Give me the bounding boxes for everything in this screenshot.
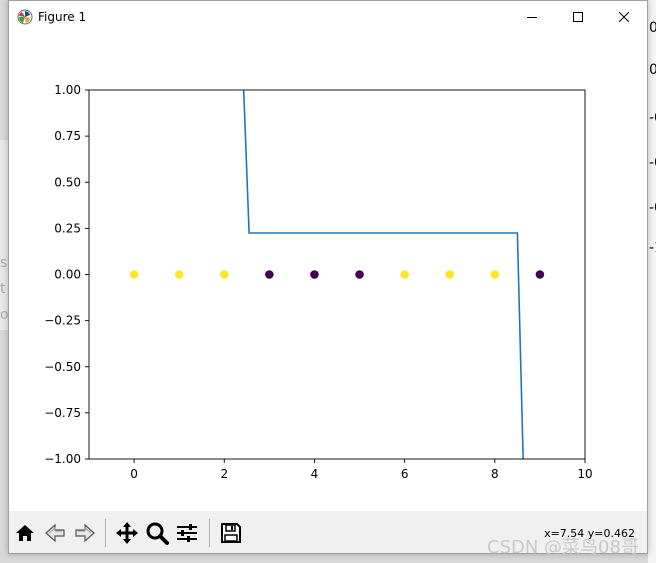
pan-button[interactable] [113, 519, 141, 547]
y-tick-label: −0.75 [44, 406, 81, 420]
x-tick-label: 10 [577, 467, 592, 481]
x-tick-label: 6 [401, 467, 409, 481]
forward-icon [75, 523, 95, 543]
figure-canvas[interactable]: 0 2 4 6 8 10 −1.00 −0.75 −0.50 −0.25 0.00 0.25 0.50 0… [9, 33, 647, 511]
scatter-point-9 [535, 270, 545, 279]
title-bar[interactable]: Figure 1 [9, 1, 647, 33]
y-tick-label: 1.00 [54, 83, 81, 97]
matplotlib-logo-icon [17, 9, 33, 25]
maximize-button[interactable] [555, 1, 601, 33]
y-tick-label: 0.25 [54, 221, 81, 235]
home-button[interactable] [11, 519, 39, 547]
zoom-icon [146, 522, 169, 545]
pan-icon [116, 522, 138, 544]
scatter-point-3 [265, 270, 274, 279]
x-tick-label: 2 [220, 467, 228, 481]
toolbar-separator [105, 519, 106, 547]
background-glyphs-left: s t o [0, 255, 8, 323]
back-button[interactable] [41, 519, 69, 547]
window-title: Figure 1 [38, 10, 87, 24]
home-icon [16, 525, 34, 541]
scatter-point-5 [355, 270, 364, 279]
scatter-point-2 [219, 270, 229, 279]
scatter-point-7 [445, 270, 455, 279]
x-tick-label: 0 [130, 467, 138, 481]
scatter-point-0 [129, 270, 139, 279]
x-tick-label: 8 [491, 467, 499, 481]
scatter-point-4 [310, 270, 319, 279]
save-icon [221, 523, 241, 543]
y-tick-label: 0.50 [54, 175, 81, 189]
minimize-button[interactable] [509, 1, 555, 33]
y-tick-label: −0.25 [44, 314, 81, 328]
y-tick-label: 0.75 [54, 129, 81, 143]
configure-subplots-button[interactable] [173, 519, 201, 547]
plot-svg: 0 2 4 6 8 10 −1.00 −0.75 −0.50 −0.25 0.00 0.25 0.50 0… [44, 83, 592, 481]
x-tick-label: 4 [311, 467, 319, 481]
background-glyphs-right: 0 0 -0 -0 -0 -1 [649, 20, 656, 256]
close-icon [619, 12, 629, 22]
close-button[interactable] [601, 1, 647, 33]
configure-subplots-icon [177, 524, 197, 542]
back-icon [45, 523, 65, 543]
series-line [242, 90, 524, 459]
maximize-icon [573, 12, 583, 22]
scatter-point-1 [174, 270, 184, 279]
zoom-button[interactable] [143, 519, 171, 547]
figure-window: Figure 1 0 2 4 6 8 10 −1.00 −0.75 −0.50 −0.25 0.00… [8, 0, 648, 554]
scatter-point-8 [490, 270, 500, 279]
scatter-point-6 [400, 270, 409, 279]
y-tick-label: −0.50 [44, 360, 81, 374]
toolbar-separator [209, 519, 210, 547]
minimize-icon [527, 17, 537, 18]
save-button[interactable] [217, 519, 245, 547]
axes-frame [88, 89, 586, 460]
forward-button[interactable] [71, 519, 99, 547]
y-tick-label: −1.00 [44, 452, 81, 466]
csdn-watermark: CSDN @菜鸟08哥 [487, 537, 639, 558]
y-tick-label: 0.00 [54, 268, 81, 282]
